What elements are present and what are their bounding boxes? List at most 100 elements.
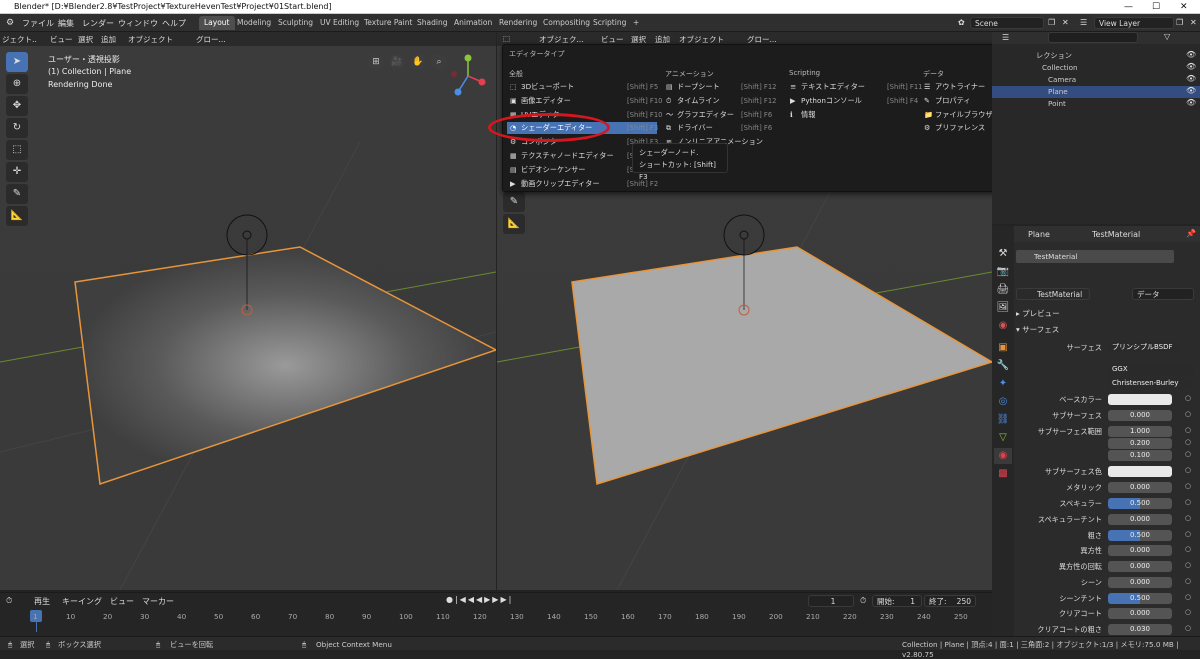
right-measure-tool-icon[interactable]: 📐 xyxy=(503,214,525,234)
keyframe-dot-icon[interactable]: ○ xyxy=(1185,482,1191,490)
current-frame-field[interactable]: 1 xyxy=(808,595,854,607)
right-editor-type-icon[interactable]: ⬚ xyxy=(503,34,510,43)
property-value-field[interactable]: 0.000 xyxy=(1108,410,1172,421)
delete-view-layer-icon[interactable]: ✕ xyxy=(1190,18,1197,27)
scene-tab-icon[interactable]: ◉ xyxy=(994,318,1012,334)
scene-selector[interactable]: Scene xyxy=(970,17,1044,29)
property-value-field[interactable]: 0.000 xyxy=(1108,545,1172,556)
playback-controls-icon[interactable]: ●|◀◀◀▶▶▶| xyxy=(446,595,513,604)
link-mode-select[interactable]: データ xyxy=(1132,288,1194,300)
outliner-search-input[interactable] xyxy=(1048,32,1138,43)
menu-help[interactable]: ヘルプ xyxy=(162,18,186,29)
keyframe-dot-icon[interactable]: ○ xyxy=(1185,426,1191,434)
editor-option[interactable]: ▶ Pythonコンソール [Shift] F4 xyxy=(787,95,918,107)
property-value-field[interactable]: 0.500 xyxy=(1108,530,1172,541)
tab-shading[interactable]: Shading xyxy=(412,16,452,30)
left-menu-object[interactable]: オブジェクト xyxy=(128,34,173,45)
editor-option[interactable]: ℹ 情報 xyxy=(787,109,917,121)
scene-icon[interactable]: ✿ xyxy=(958,18,965,27)
menu-edit[interactable]: 編集 xyxy=(58,18,74,29)
editor-option[interactable]: ⧉ ドライバー [Shift] F6 xyxy=(663,122,772,134)
section-preview[interactable]: ▸ プレビュー xyxy=(1016,308,1060,319)
view-layer-icon[interactable]: ☰ xyxy=(1080,18,1087,27)
property-value-field[interactable]: 0.000 xyxy=(1108,514,1172,525)
add-workspace-button[interactable]: + xyxy=(628,16,644,30)
editor-option[interactable]: ≡ テキストエディター [Shift] F11 xyxy=(787,81,922,93)
section-surface[interactable]: ▾ サーフェス xyxy=(1016,324,1059,335)
tab-rendering[interactable]: Rendering xyxy=(494,16,542,30)
outliner-plane[interactable]: Plane xyxy=(992,86,1200,98)
rotate-tool-icon[interactable]: ↻ xyxy=(6,118,28,138)
keyframe-dot-icon[interactable]: ○ xyxy=(1185,438,1191,446)
timeline-menu-keying[interactable]: キーイング xyxy=(62,596,102,607)
cursor-tool-icon[interactable]: ⊕ xyxy=(6,74,28,94)
timeline-editor-icon[interactable]: ⏱ xyxy=(6,596,12,606)
keyframe-dot-icon[interactable]: ○ xyxy=(1185,530,1191,538)
visibility-eye-icon[interactable]: 👁 xyxy=(1186,74,1196,83)
subsurface-method-select[interactable]: Christensen-Burley xyxy=(1108,378,1194,389)
annotate-tool-icon[interactable]: ✎ xyxy=(6,184,28,204)
editor-option[interactable]: ▤ ドープシート [Shift] F12 xyxy=(663,81,776,93)
property-value-field[interactable]: 0.500 xyxy=(1108,498,1172,509)
property-value-field[interactable]: 1.000 xyxy=(1108,426,1172,437)
close-button[interactable]: ✕ xyxy=(1180,0,1188,14)
left-menu-view[interactable]: ビュー xyxy=(50,34,73,45)
keyframe-dot-icon[interactable]: ○ xyxy=(1185,545,1191,553)
tab-compositing[interactable]: Compositing xyxy=(538,16,595,30)
view-layer-tab-icon[interactable]: 🖼 xyxy=(994,300,1012,316)
outliner-camera[interactable]: Camera xyxy=(992,74,1200,86)
editor-option[interactable]: 〜グラフエディター [Shift] F6 xyxy=(663,109,772,121)
keyframe-dot-icon[interactable]: ○ xyxy=(1185,608,1191,616)
data-tab-icon[interactable]: ▽ xyxy=(994,430,1012,446)
outliner-point[interactable]: Point xyxy=(992,98,1200,110)
keyframe-dot-icon[interactable]: ○ xyxy=(1185,593,1191,601)
property-value-field[interactable]: 0.000 xyxy=(1108,577,1172,588)
grid-view-icon[interactable]: ⊞ xyxy=(368,54,384,70)
visibility-eye-icon[interactable]: 👁 xyxy=(1186,98,1196,107)
material-selector[interactable]: TestMaterial xyxy=(1016,288,1090,300)
keyframe-dot-icon[interactable]: ○ xyxy=(1185,450,1191,458)
distribution-select[interactable]: GGX xyxy=(1108,364,1194,375)
output-tab-icon[interactable]: 🖨 xyxy=(994,282,1012,298)
new-scene-icon[interactable]: ❐ xyxy=(1048,18,1055,27)
timeline-menu-markers[interactable]: マーカー xyxy=(142,596,174,607)
editor-option[interactable]: ▣ 画像エディター [Shift] F10 xyxy=(507,95,662,107)
camera-view-icon[interactable]: 🎥 xyxy=(389,54,405,70)
property-value-field[interactable]: 0.500 xyxy=(1108,593,1172,604)
modifier-tab-icon[interactable]: 🔧 xyxy=(994,358,1012,374)
visibility-eye-icon[interactable]: 👁 xyxy=(1186,62,1196,71)
left-transform-orientation[interactable]: グロー... xyxy=(196,34,226,45)
tab-modeling[interactable]: Modeling xyxy=(232,16,276,30)
blender-logo-icon[interactable]: ⚙ xyxy=(6,18,14,28)
render-tab-icon[interactable]: 📷 xyxy=(994,264,1012,280)
keyframe-dot-icon[interactable]: ○ xyxy=(1185,514,1191,522)
keyframe-dot-icon[interactable]: ○ xyxy=(1185,577,1191,585)
navigation-gizmo-icon[interactable] xyxy=(448,52,490,100)
material-tab-icon[interactable]: ◉ xyxy=(994,448,1012,464)
property-value-field[interactable]: 0.200 xyxy=(1108,438,1172,449)
new-view-layer-icon[interactable]: ❐ xyxy=(1176,18,1183,27)
keyframe-dot-icon[interactable]: ○ xyxy=(1185,466,1191,474)
measure-tool-icon[interactable]: 📐 xyxy=(6,206,28,226)
timeline-menu-playback[interactable]: 再生 xyxy=(34,596,50,607)
property-value-field[interactable]: 0.000 xyxy=(1108,608,1172,619)
start-frame-field[interactable]: 開始: 1 xyxy=(872,595,922,607)
editor-option[interactable]: ⬚ 3Dビューポート [Shift] F5 xyxy=(507,81,658,93)
visibility-eye-icon[interactable]: 👁 xyxy=(1186,86,1196,95)
editor-option[interactable]: ▶ 動画クリップエディター [Shift] F2 xyxy=(507,178,658,190)
outliner-scene-collection[interactable]: レクション xyxy=(992,50,1200,62)
transform-tool-icon[interactable]: ✛ xyxy=(6,162,28,182)
move-tool-icon[interactable]: ✥ xyxy=(6,96,28,116)
timeline-menu-view[interactable]: ビュー xyxy=(110,596,134,607)
keyframe-dot-icon[interactable]: ○ xyxy=(1185,410,1191,418)
object-tab-icon[interactable]: ▣ xyxy=(994,340,1012,356)
keyframe-dot-icon[interactable]: ○ xyxy=(1185,561,1191,569)
particles-tab-icon[interactable]: ✦ xyxy=(994,376,1012,392)
physics-tab-icon[interactable]: ◎ xyxy=(994,394,1012,410)
left-menu-select[interactable]: 選択 xyxy=(78,34,93,45)
left-mode-select[interactable]: ジェクト.. xyxy=(2,34,37,45)
left-menu-add[interactable]: 追加 xyxy=(101,34,116,45)
outliner-collection[interactable]: Collection xyxy=(992,62,1200,74)
keyframe-dot-icon[interactable]: ○ xyxy=(1185,624,1191,632)
keyframe-dot-icon[interactable]: ○ xyxy=(1185,394,1191,402)
